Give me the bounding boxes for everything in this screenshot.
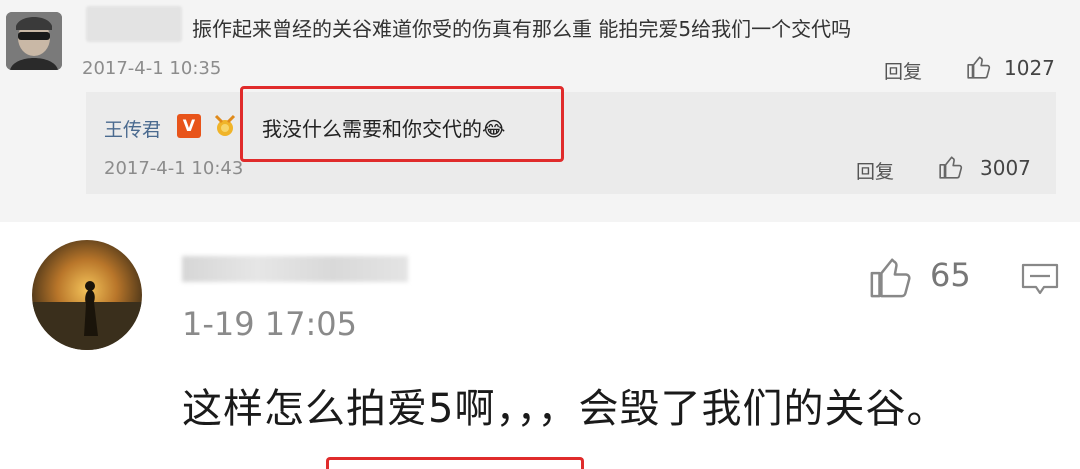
commenter-avatar-large[interactable]: [32, 240, 142, 350]
thumbs-up-icon[interactable]: [966, 54, 992, 80]
comment-text: 振作起来曾经的关谷难道你受的伤真有那么重 能拍完爱5给我们一个交代吗: [192, 17, 852, 41]
avatar-image: [6, 12, 62, 70]
vip-badge-icon: V: [177, 114, 201, 138]
highlight-box: [240, 86, 564, 162]
comment-text: 这样怎么拍爱5啊，，，会毁了我们的关谷。: [182, 386, 948, 432]
reply-author-link[interactable]: 王传君: [104, 115, 161, 142]
medal-icon: [214, 114, 236, 136]
thumbs-up-icon[interactable]: [938, 154, 964, 180]
comment-icon[interactable]: [1020, 262, 1060, 298]
comment-timestamp: 2017-4-1 10:35: [82, 58, 222, 79]
like-count: 65: [930, 256, 971, 294]
reply-reply-button[interactable]: 回复: [856, 157, 894, 184]
reply-like-count: 3007: [980, 156, 1031, 180]
avatar-image: [32, 240, 142, 350]
highlight-box-partial: [326, 457, 584, 469]
commenter-username-blurred[interactable]: [182, 256, 408, 282]
reply-button[interactable]: 回复: [884, 57, 922, 84]
like-count: 1027: [1004, 56, 1055, 80]
reply-timestamp: 2017-4-1 10:43: [104, 158, 244, 179]
thumbs-up-icon[interactable]: [868, 254, 914, 300]
comment-timestamp: 1-19 17:05: [182, 305, 358, 343]
commenter-avatar[interactable]: [6, 12, 62, 70]
commenter-username-blurred[interactable]: [86, 6, 182, 42]
